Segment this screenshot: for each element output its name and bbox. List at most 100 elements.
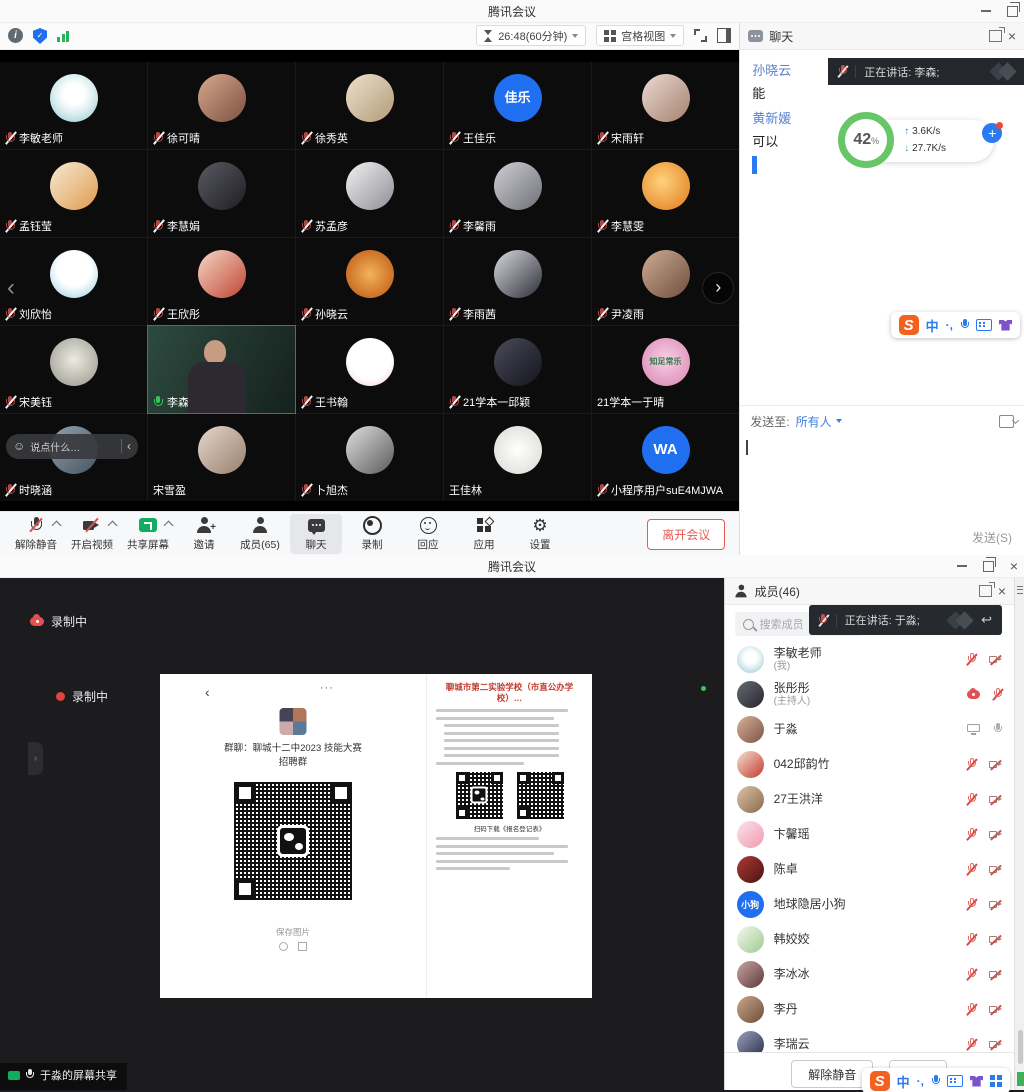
video-tile[interactable]: 苏孟彦 (296, 150, 443, 237)
leave-meeting-button[interactable]: 离开会议 (647, 519, 725, 550)
toolbar-button-record[interactable]: 录制 (346, 514, 398, 554)
chevron-up-icon[interactable] (108, 521, 118, 531)
reply-arrow-icon[interactable]: ↩ (981, 612, 992, 628)
minimize-button[interactable] (981, 10, 991, 12)
video-tile[interactable]: 孟钰莹 (0, 150, 147, 237)
video-tile[interactable]: WA 小程序用户suE4MJWA (592, 414, 739, 501)
member-row[interactable]: 韩姣姣 (737, 922, 1002, 957)
ime-mic-icon[interactable] (931, 1075, 940, 1088)
grid-next-arrow[interactable]: › (702, 272, 734, 304)
quick-reply-bar[interactable]: ☺说点什么…‹ (6, 434, 138, 459)
grid-prev-arrow[interactable]: ‹ (7, 276, 15, 300)
toolbar-button-chat[interactable]: 聊天 (290, 514, 342, 554)
toolbar-button-member[interactable]: 成员(65) (234, 514, 286, 554)
member-row[interactable]: 李冰冰 (737, 957, 1002, 992)
video-tile[interactable]: 卜旭杰 (296, 414, 443, 501)
save-image-label[interactable]: 保存图片 (160, 926, 426, 938)
video-tile[interactable]: 李馨雨 (444, 150, 591, 237)
performance-widget[interactable]: 42% ↑ 3.6K/s ↓ 27.7K/s + (838, 112, 1008, 172)
ime-logo-icon[interactable]: S (870, 1071, 890, 1091)
restore-button[interactable] (1007, 6, 1018, 17)
member-row[interactable]: 于淼 (737, 712, 1002, 747)
member-row[interactable]: 卞馨瑶 (737, 817, 1002, 852)
popout-icon[interactable] (989, 30, 1002, 42)
toolbar-button-invite[interactable]: + 邀请 (178, 514, 230, 554)
video-tile[interactable]: 王佳林 (444, 414, 591, 501)
video-tile[interactable]: 李敏老师 (0, 62, 147, 149)
ime-toolbar[interactable]: S 中 ·, (891, 312, 1020, 338)
ime-logo-icon[interactable]: S (899, 315, 919, 335)
scrollbar-thumb[interactable] (1018, 1030, 1023, 1064)
member-row[interactable]: 陈卓 (737, 852, 1002, 887)
send-to-selector[interactable]: 所有人 (796, 413, 842, 430)
unmute-button[interactable]: 解除静音 (791, 1060, 873, 1088)
video-tile[interactable]: 李森 (148, 326, 295, 413)
video-tile[interactable]: 李慧雯 (592, 150, 739, 237)
view-mode-selector[interactable]: 宫格视图 (596, 25, 684, 46)
ime-punct-icon[interactable]: ·, (917, 1074, 924, 1088)
close-icon[interactable]: × (998, 584, 1006, 598)
member-row[interactable]: 李丹 (737, 992, 1002, 1027)
restore-button[interactable] (983, 561, 994, 572)
video-tile[interactable]: 宋美钰 (0, 326, 147, 413)
video-tile[interactable]: 宋雨轩 (592, 62, 739, 149)
video-tile[interactable]: 刘欣怡 (0, 238, 147, 325)
meeting-timer[interactable]: 26:48(60分钟) (476, 25, 586, 46)
security-shield-icon[interactable]: ✓ (33, 28, 47, 44)
fullscreen-icon[interactable] (694, 29, 707, 42)
close-icon[interactable]: × (1008, 29, 1016, 43)
video-tile[interactable]: 孙晓云 (296, 238, 443, 325)
video-tile[interactable]: 时晓涵 ☺说点什么…‹ (0, 414, 147, 501)
chevron-up-icon[interactable] (52, 521, 62, 531)
video-tile[interactable]: 徐可晴 (148, 62, 295, 149)
video-tile[interactable]: 李慧娟 (148, 150, 295, 237)
collapsed-panel-handle[interactable]: › (28, 742, 43, 775)
video-tile[interactable]: 21学本一邱颖 (444, 326, 591, 413)
ime-punct-icon[interactable]: ·, (946, 318, 953, 332)
member-row[interactable]: 042邱韵竹 (737, 747, 1002, 782)
toolbar-button-app[interactable]: 应用 (458, 514, 510, 554)
video-tile[interactable]: 知足常乐 21学本一于晴 (592, 326, 739, 413)
toolbar-button-gear[interactable]: ⚙ 设置 (514, 514, 566, 554)
back-arrow-icon[interactable]: ‹ (205, 684, 210, 700)
collapsed-right-strip[interactable] (1014, 578, 1024, 1090)
popout-icon[interactable] (979, 585, 992, 597)
video-tile[interactable]: 李雨茜 (444, 238, 591, 325)
toolbar-button-mic[interactable]: 解除静音 (10, 514, 62, 554)
ime-mic-icon[interactable] (960, 319, 969, 332)
send-button[interactable]: 发送(S) (972, 529, 1012, 546)
member-row[interactable]: 张彤彤 (主持人) (737, 677, 1002, 712)
chat-input[interactable] (740, 436, 1024, 518)
side-panel-icon[interactable] (717, 28, 731, 43)
toolbar-button-react[interactable]: 回应 (402, 514, 454, 554)
video-tile[interactable]: 佳乐 王佳乐 (444, 62, 591, 149)
ime-grid-icon[interactable] (990, 1075, 1002, 1087)
ime-toolbar[interactable]: S 中 ·, (862, 1068, 1010, 1092)
ime-lang-icon[interactable]: 中 (897, 1072, 910, 1091)
video-tile[interactable]: 徐秀英 (296, 62, 443, 149)
video-tile[interactable]: 宋雪盈 (148, 414, 295, 501)
menu-icon[interactable] (1017, 586, 1023, 594)
member-row[interactable]: 小狗 地球隐居小狗 (737, 887, 1002, 922)
ime-keyboard-icon[interactable] (976, 319, 992, 331)
add-button[interactable]: + (982, 123, 1002, 143)
member-row[interactable]: 李瑞云 (737, 1027, 1002, 1052)
minimize-button[interactable] (957, 565, 967, 567)
ime-skin-icon[interactable] (999, 320, 1012, 331)
info-icon[interactable]: i (8, 28, 23, 43)
ime-keyboard-icon[interactable] (947, 1075, 963, 1087)
collapse-arrow-icon[interactable]: ‹ (127, 439, 131, 453)
screenshot-icon[interactable] (999, 415, 1014, 428)
member-row[interactable]: 李敏老师 (我) (737, 642, 1002, 677)
video-tile[interactable]: 王书翰 (296, 326, 443, 413)
close-icon[interactable]: × (1010, 559, 1018, 573)
chevron-up-icon[interactable] (164, 521, 174, 531)
network-signal-icon[interactable] (57, 30, 69, 42)
ime-lang-icon[interactable]: 中 (926, 316, 939, 335)
ime-skin-icon[interactable] (970, 1076, 983, 1087)
toolbar-button-cam[interactable]: 开启视频 (66, 514, 118, 554)
toolbar-button-share[interactable]: 共享屏幕 (122, 514, 174, 554)
member-row[interactable]: 27王洪洋 (737, 782, 1002, 817)
emoji-icon[interactable]: ☺ (13, 439, 25, 453)
more-icon[interactable]: ··· (320, 682, 334, 694)
